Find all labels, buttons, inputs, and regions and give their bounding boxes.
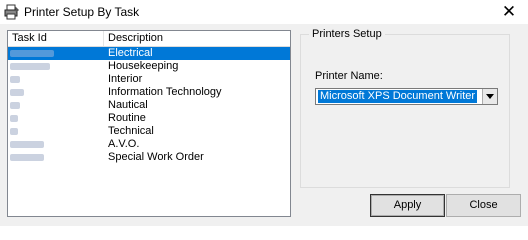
apply-button-label: Apply xyxy=(393,199,422,211)
redacted-value xyxy=(10,50,54,57)
table-row[interactable]: Nautical xyxy=(8,99,290,112)
close-window-button[interactable]: ✕ xyxy=(498,1,520,23)
dialog-body: Task Id Description Electrical Housekeep… xyxy=(0,24,528,226)
printer-app-icon xyxy=(4,4,20,20)
description-cell: Routine xyxy=(108,112,146,124)
column-header-task-id[interactable]: Task Id xyxy=(8,31,104,46)
printers-setup-group: Printers Setup Printer Name: Microsoft X… xyxy=(300,27,510,188)
table-row[interactable]: Interior xyxy=(8,73,290,86)
apply-button[interactable]: Apply xyxy=(370,194,445,217)
printer-name-label: Printer Name: xyxy=(315,70,383,82)
redacted-value xyxy=(10,128,18,135)
description-cell: A.V.O. xyxy=(108,138,140,150)
table-row[interactable]: Special Work Order xyxy=(8,151,290,164)
task-id-cell xyxy=(8,99,104,112)
description-cell: Nautical xyxy=(108,99,148,111)
close-button[interactable]: Close xyxy=(446,194,521,217)
redacted-value xyxy=(10,63,50,70)
description-cell: Housekeeping xyxy=(108,60,179,72)
printer-name-select[interactable]: Microsoft XPS Document Writer xyxy=(315,88,498,105)
task-id-cell xyxy=(8,125,104,138)
window-title: Printer Setup By Task xyxy=(24,5,140,19)
table-row[interactable]: Routine xyxy=(8,112,290,125)
description-cell: Electrical xyxy=(108,47,153,59)
task-id-cell xyxy=(8,73,104,86)
redacted-value xyxy=(10,154,44,161)
task-id-cell xyxy=(8,151,104,164)
task-id-cell xyxy=(8,138,104,151)
table-row[interactable]: Housekeeping xyxy=(8,60,290,73)
description-cell: Information Technology xyxy=(108,86,222,98)
table-row[interactable]: Technical xyxy=(8,125,290,138)
task-id-cell xyxy=(8,47,104,60)
close-button-label: Close xyxy=(469,199,498,211)
redacted-value xyxy=(10,102,20,109)
table-row[interactable]: Electrical xyxy=(8,47,290,60)
printer-name-value: Microsoft XPS Document Writer xyxy=(318,90,478,103)
table-row[interactable]: Information Technology xyxy=(8,86,290,99)
redacted-value xyxy=(10,115,18,122)
table-row[interactable]: A.V.O. xyxy=(8,138,290,151)
task-list-header: Task Id Description xyxy=(8,31,290,47)
printers-setup-caption: Printers Setup xyxy=(309,27,385,41)
task-list[interactable]: Task Id Description Electrical Housekeep… xyxy=(7,30,291,217)
description-cell: Interior xyxy=(108,73,143,85)
redacted-value xyxy=(10,76,20,83)
task-id-cell xyxy=(8,60,104,73)
redacted-value xyxy=(10,89,24,96)
title-bar: Printer Setup By Task ✕ xyxy=(0,0,528,24)
chevron-down-icon[interactable] xyxy=(482,89,497,104)
column-header-description[interactable]: Description xyxy=(104,31,290,46)
redacted-value xyxy=(10,141,44,148)
task-id-cell xyxy=(8,86,104,99)
description-cell: Technical xyxy=(108,125,154,137)
task-id-cell xyxy=(8,112,104,125)
description-cell: Special Work Order xyxy=(108,151,204,163)
